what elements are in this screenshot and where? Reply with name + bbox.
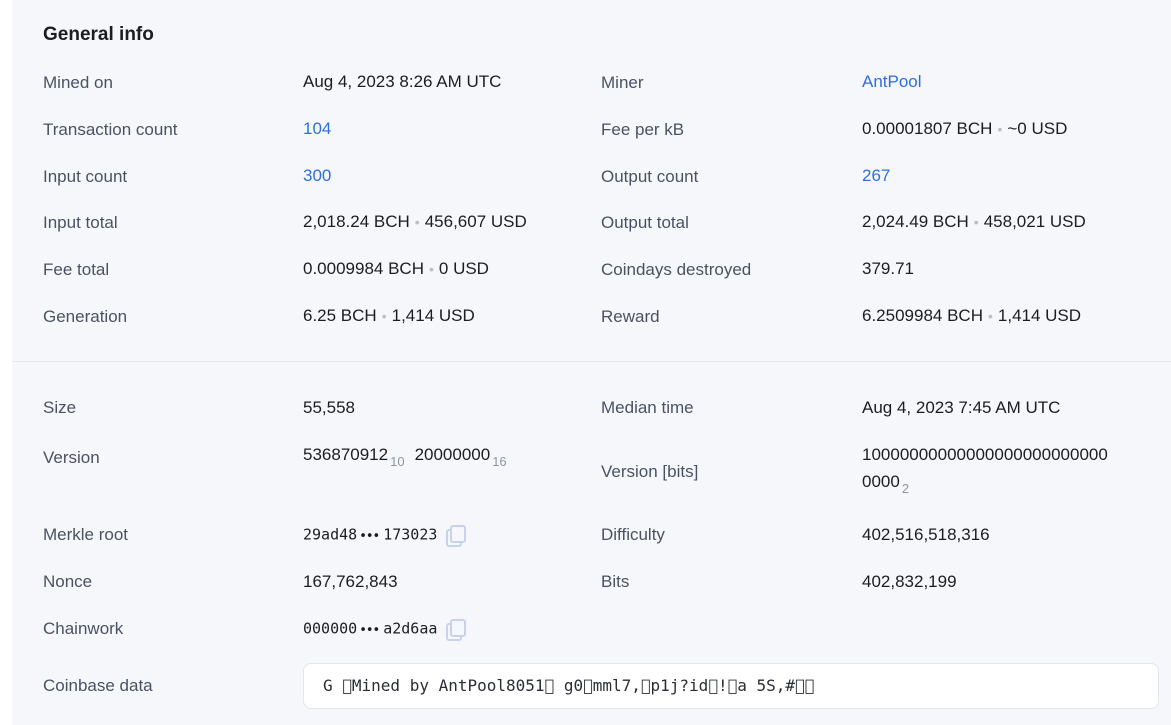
section-title: General info (43, 24, 154, 45)
merkle-root-label: Merkle root (43, 525, 129, 544)
median-time-label: Median time (601, 398, 694, 417)
merkle-root-start: 29ad48 (303, 525, 358, 544)
value-separator: • (987, 308, 993, 324)
fee-total-usd: 0 USD (438, 259, 489, 278)
miner-label: Miner (601, 73, 644, 92)
version-hex-base: 16 (492, 454, 507, 469)
merkle-root-ellipsis: ••• (359, 528, 380, 544)
mined-on-label: Mined on (43, 73, 113, 92)
bits-value: 402,832,199 (862, 572, 957, 591)
output-total-bch: 2,024.49 BCH (862, 212, 969, 231)
coindays-destroyed-value: 379.71 (862, 259, 914, 278)
difficulty-label: Difficulty (601, 525, 665, 544)
fee-total-bch: 0.0009984 BCH (303, 259, 424, 278)
value-separator: • (414, 214, 420, 230)
bits-label: Bits (601, 572, 630, 591)
nonce-value: 167,762,843 (303, 572, 398, 591)
input-total-value: 2,018.24 BCH • 456,607 USD (303, 212, 527, 232)
input-total-usd: 456,607 USD (424, 212, 527, 231)
output-total-usd: 458,021 USD (983, 212, 1086, 231)
merkle-root-end: 173023 (383, 525, 438, 544)
median-time-value: Aug 4, 2023 7:45 AM UTC (862, 398, 1061, 417)
value-separator: • (428, 261, 434, 277)
copy-icon[interactable] (445, 525, 467, 547)
chainwork-label: Chainwork (43, 619, 124, 638)
coinbase-data-value[interactable]: G  Mined by AntPool8051  g0 mml7, p1j?id… (303, 663, 1159, 709)
size-label: Size (43, 398, 77, 417)
copy-icon[interactable] (445, 619, 467, 641)
generation-label: Generation (43, 307, 128, 326)
generation-usd: 1,414 USD (391, 306, 475, 325)
version-value: 536870912 10 20000000 16 (303, 445, 507, 469)
output-count-link[interactable]: 267 (862, 166, 890, 186)
version-bits-line2-wrap: 0000 2 (862, 472, 909, 496)
chainwork-value: 000000 ••• a2d6aa (303, 619, 467, 641)
reward-label: Reward (601, 307, 660, 326)
transaction-count-link[interactable]: 104 (303, 119, 331, 139)
transaction-count-label: Transaction count (43, 120, 178, 139)
chainwork-ellipsis: ••• (359, 622, 380, 638)
version-label: Version (43, 448, 100, 467)
chainwork-end: a2d6aa (383, 619, 438, 638)
output-total-value: 2,024.49 BCH • 458,021 USD (862, 212, 1086, 232)
size-value: 55,558 (303, 398, 355, 417)
generation-bch: 6.25 BCH (303, 306, 377, 325)
mined-on-value: Aug 4, 2023 8:26 AM UTC (303, 72, 502, 91)
version-hex: 20000000 (414, 445, 491, 464)
section-divider (12, 361, 1171, 362)
difficulty-value: 402,516,518,316 (862, 525, 990, 544)
version-bits-base: 2 (901, 481, 910, 496)
input-count-label: Input count (43, 167, 128, 186)
version-bits-line1: 10000000000000000000000000 (862, 445, 1108, 464)
general-info-panel (12, 0, 1171, 725)
version-bits-line2: 0000 (862, 472, 900, 491)
nonce-label: Nonce (43, 572, 93, 591)
reward-value: 6.2509984 BCH • 1,414 USD (862, 306, 1081, 326)
input-count-link[interactable]: 300 (303, 166, 331, 186)
fee-per-kb-bch: 0.00001807 BCH (862, 119, 993, 138)
reward-usd: 1,414 USD (997, 306, 1082, 325)
input-total-label: Input total (43, 213, 118, 232)
version-decimal-base: 10 (390, 454, 405, 469)
value-separator: • (381, 308, 387, 324)
fee-total-value: 0.0009984 BCH • 0 USD (303, 259, 489, 279)
version-bits-label: Version [bits] (601, 462, 699, 481)
fee-per-kb-usd: ~0 USD (1007, 119, 1068, 138)
version-decimal: 536870912 (303, 445, 389, 464)
value-separator: • (997, 121, 1003, 137)
generation-value: 6.25 BCH • 1,414 USD (303, 306, 475, 326)
value-separator: • (973, 214, 979, 230)
fee-total-label: Fee total (43, 260, 110, 279)
output-count-label: Output count (601, 167, 699, 186)
fee-per-kb-value: 0.00001807 BCH • ~0 USD (862, 119, 1067, 139)
input-total-bch: 2,018.24 BCH (303, 212, 410, 231)
coindays-destroyed-label: Coindays destroyed (601, 260, 752, 279)
fee-per-kb-label: Fee per kB (601, 120, 685, 139)
miner-link[interactable]: AntPool (862, 72, 922, 92)
merkle-root-value: 29ad48 ••• 173023 (303, 525, 467, 547)
reward-bch: 6.2509984 BCH (862, 306, 983, 325)
coinbase-data-label: Coinbase data (43, 676, 153, 695)
chainwork-start: 000000 (303, 619, 358, 638)
output-total-label: Output total (601, 213, 689, 232)
